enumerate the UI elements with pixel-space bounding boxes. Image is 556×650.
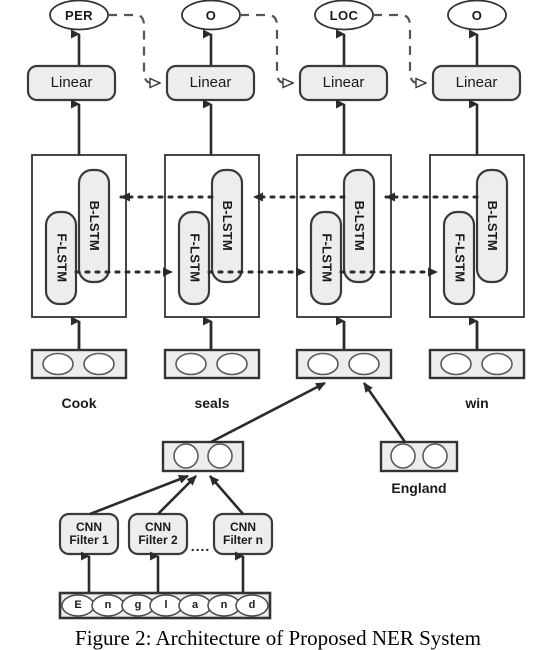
diagram-canvas (26, 0, 526, 620)
output-tag-ellipse-3 (314, 0, 374, 31)
arrow-charemb-to-wordemb (210, 381, 326, 444)
word-embedding-cell-3b (348, 352, 380, 376)
blstm-box-1 (77, 168, 111, 284)
word-embedding-cell-4b (481, 352, 513, 376)
flstm-box-4 (442, 210, 476, 306)
column-group-3 (295, 0, 393, 380)
linear-box-1 (26, 64, 117, 102)
cnn-filter-box-3 (212, 512, 274, 556)
blstm-box-4 (475, 168, 509, 284)
flstm-box-3 (309, 210, 343, 306)
word-embedding-cell-3a (307, 352, 339, 376)
england-embedding-cell-b (422, 443, 448, 469)
flstm-box-1 (44, 210, 78, 306)
figure-caption: Figure 2: Architecture of Proposed NER S… (75, 626, 481, 650)
column-group-2 (163, 0, 261, 380)
arrow-cnn1-to-charemb (89, 474, 189, 516)
word-embedding-cell-1b (83, 352, 115, 376)
linear-box-2 (165, 64, 256, 102)
char-embedding-cell-b (207, 443, 233, 469)
arrow-cnn2-to-charemb (157, 475, 197, 515)
blstm-box-3 (342, 168, 376, 284)
blstm-box-2 (210, 168, 244, 284)
cnn-filter-box-2 (127, 512, 189, 556)
ner-architecture-figure: PER O LOC O Linear Linear Linear Linear … (0, 0, 556, 650)
output-tag-ellipse-2 (181, 0, 241, 31)
char-embedding-cell-a (173, 443, 199, 469)
output-tag-ellipse-4 (447, 0, 507, 31)
linear-box-4 (431, 64, 522, 102)
word-embedding-cell-4a (440, 352, 472, 376)
cnn-filter-box-1 (58, 512, 120, 556)
england-embedding-cell-a (390, 443, 416, 469)
column-group-4 (428, 0, 526, 380)
linear-box-3 (298, 64, 389, 102)
flstm-box-2 (177, 210, 211, 306)
word-embedding-cell-2b (216, 352, 248, 376)
arrow-cnn3-to-charemb (209, 475, 244, 515)
word-embedding-cell-1a (42, 352, 74, 376)
column-group-1 (26, 0, 128, 380)
arrow-england-to-wordemb (362, 382, 407, 443)
word-embedding-cell-2a (175, 352, 207, 376)
output-tag-ellipse-1 (49, 0, 109, 31)
